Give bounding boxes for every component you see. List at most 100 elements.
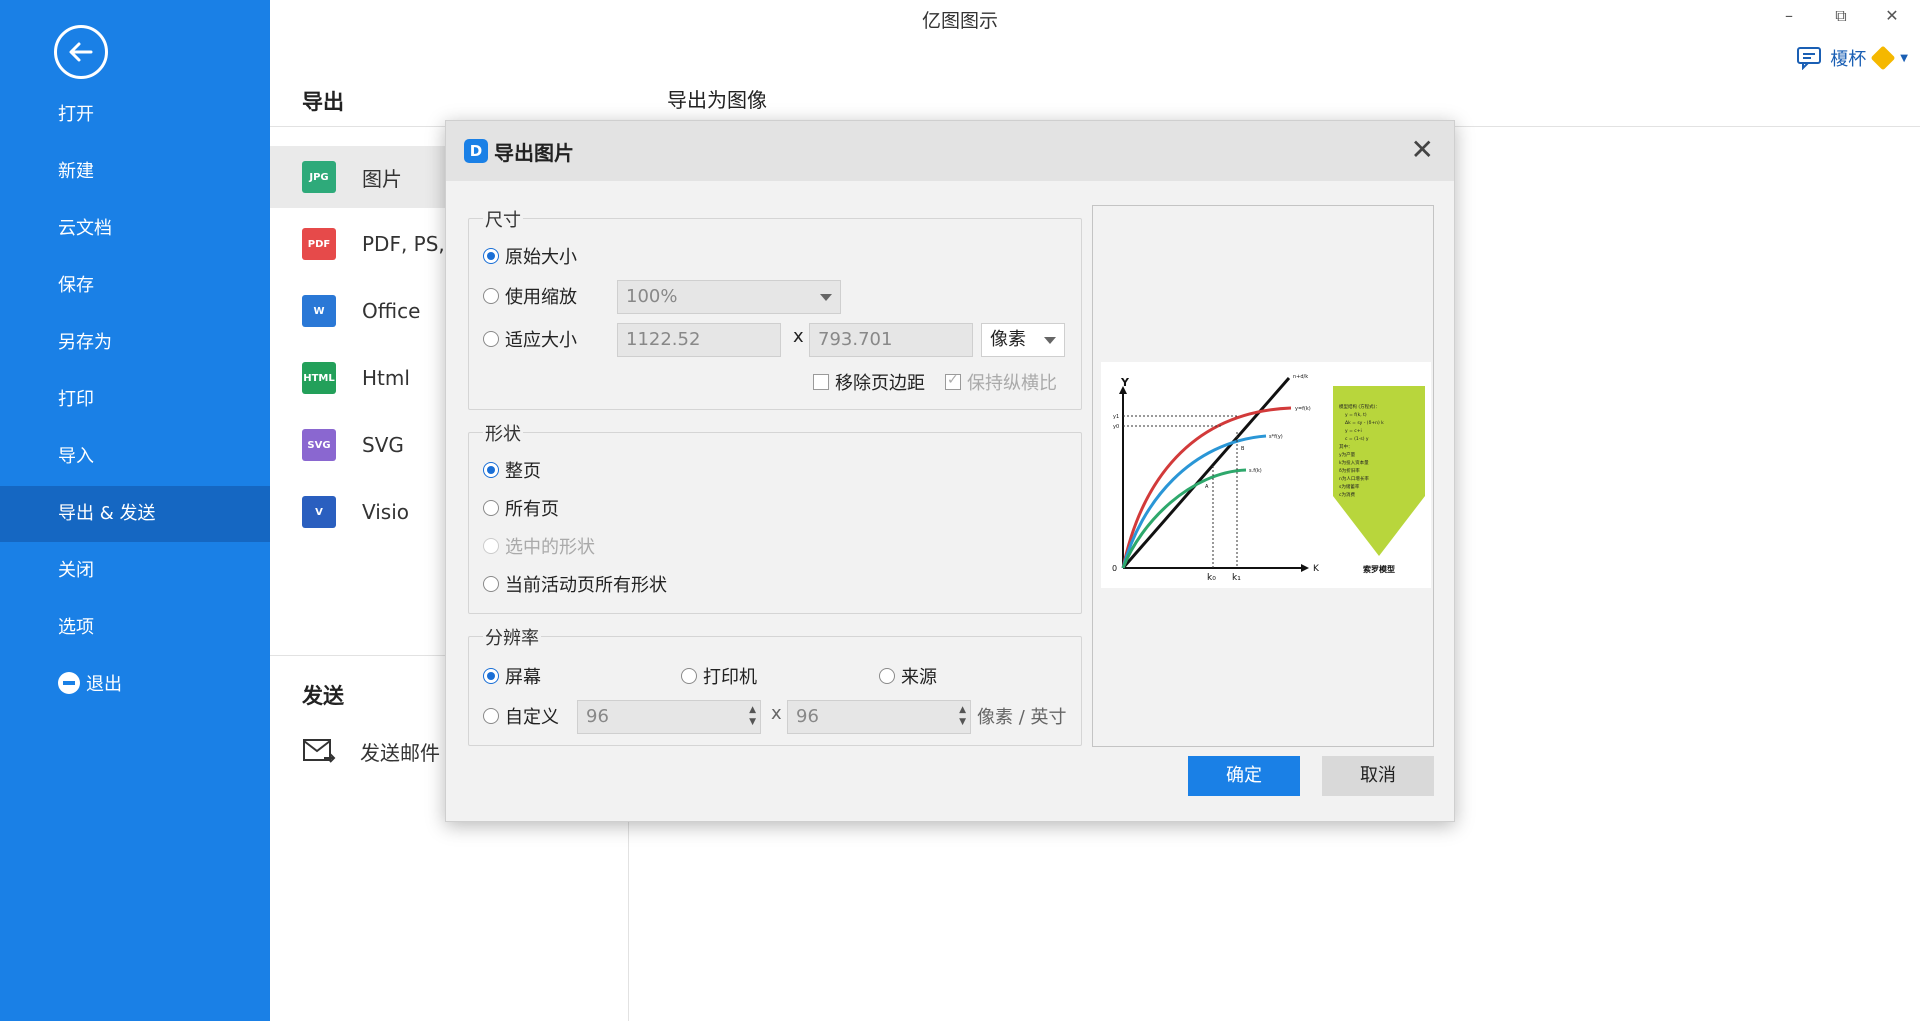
preview-note-line: 其中： xyxy=(1339,443,1353,450)
spinner-icon[interactable]: ▲ ▼ xyxy=(749,704,756,728)
preview-y0: y0 xyxy=(1113,424,1119,430)
dpi-x-value: 96 xyxy=(586,706,609,727)
radio-label: 使用缩放 xyxy=(505,287,577,308)
radio-button[interactable] xyxy=(483,668,499,684)
send-email-item[interactable]: 发送邮件 xyxy=(302,736,440,766)
cancel-button[interactable]: 取消 xyxy=(1322,756,1434,796)
app-title: 亿图图示 xyxy=(921,10,998,32)
back-button[interactable] xyxy=(54,25,108,79)
radio-label: 屏幕 xyxy=(505,667,541,688)
radio-button[interactable] xyxy=(681,668,697,684)
close-window-button[interactable]: ✕ xyxy=(1877,6,1907,25)
dpi-y-value: 96 xyxy=(796,706,819,727)
dpi-unit-label: 像素 / 英寸 xyxy=(977,707,1067,728)
checkbox[interactable] xyxy=(813,374,829,390)
preview-panel: Y K 0 k₀ k₁ y1 y0 A B n+d/k y=f(k) s*f(y… xyxy=(1092,205,1434,747)
exit-icon xyxy=(58,672,80,694)
minimize-button[interactable]: – xyxy=(1774,6,1804,25)
preview-point-a: A xyxy=(1205,484,1209,490)
radio-button[interactable] xyxy=(483,331,499,347)
preview-k1: k₁ xyxy=(1232,573,1241,583)
sidebar-item-save-as[interactable]: 另存为 xyxy=(0,315,270,371)
sidebar-item-close[interactable]: 关闭 xyxy=(0,543,270,599)
width-input[interactable]: 1122.52 xyxy=(617,323,781,357)
shape-group-label: 形状 xyxy=(483,420,523,446)
preview-note-line: δ为折旧率 xyxy=(1339,467,1360,474)
restore-button[interactable]: ⧉ xyxy=(1826,6,1856,26)
radio-active-page-shapes[interactable]: 当前活动页所有形状 xyxy=(483,571,667,597)
radio-whole-page[interactable]: 整页 xyxy=(483,457,541,483)
sidebar-item-import[interactable]: 导入 xyxy=(0,429,270,485)
scale-select[interactable]: 100% xyxy=(617,280,841,314)
radio-printer[interactable]: 打印机 xyxy=(681,663,757,689)
ok-button[interactable]: 确定 xyxy=(1188,756,1300,796)
checkbox xyxy=(945,372,961,390)
sidebar-item-save[interactable]: 保存 xyxy=(0,258,270,314)
sidebar-item-open[interactable]: 打开 xyxy=(0,87,270,143)
preview-k0: k₀ xyxy=(1207,573,1216,583)
scale-value: 100% xyxy=(626,286,678,307)
radio-button[interactable] xyxy=(483,462,499,478)
unit-select[interactable]: 像素 xyxy=(981,323,1065,357)
radio-selected-shapes: 选中的形状 xyxy=(483,533,595,559)
send-email-label: 发送邮件 xyxy=(360,740,440,765)
chevron-down-icon: ▼ xyxy=(1900,52,1908,64)
spinner-icon[interactable]: ▲ ▼ xyxy=(959,704,966,728)
preview-note-line: 模型结构 (方程式)： xyxy=(1339,403,1380,410)
keep-ratio-checkbox: 保持纵横比 xyxy=(945,369,1057,395)
checkbox-label: 保持纵横比 xyxy=(967,373,1057,394)
height-input[interactable]: 793.701 xyxy=(809,323,973,357)
svg-file-icon: SVG xyxy=(302,429,342,461)
preview-y-axis: Y xyxy=(1120,376,1130,389)
radio-button[interactable] xyxy=(483,500,499,516)
sidebar-item-options[interactable]: 选项 xyxy=(0,600,270,656)
radio-label: 自定义 xyxy=(505,707,559,728)
preview-y1: y1 xyxy=(1113,414,1119,420)
preview-note-line: n为人口增长率 xyxy=(1339,475,1369,482)
sidebar: 打开 新建 云文档 保存 另存为 打印 导入 导出 & 发送 关闭 选项 退出 xyxy=(0,0,270,1021)
shape-group: 形状 整页 所有页 选中的形状 当前活动页所有形状 xyxy=(468,420,1082,614)
radio-all-pages[interactable]: 所有页 xyxy=(483,495,559,521)
radio-custom[interactable]: 自定义 xyxy=(483,703,559,729)
radio-button[interactable] xyxy=(483,248,499,264)
times-sign: x xyxy=(771,703,782,724)
sidebar-item-print[interactable]: 打印 xyxy=(0,372,270,428)
radio-label: 整页 xyxy=(505,461,541,482)
sidebar-item-cloud[interactable]: 云文档 xyxy=(0,201,270,257)
resolution-group-label: 分辨率 xyxy=(483,624,541,650)
export-item-label: 图片 xyxy=(362,166,402,191)
app-logo-icon: D xyxy=(464,139,488,163)
preview-image: Y K 0 k₀ k₁ y1 y0 A B n+d/k y=f(k) s*f(y… xyxy=(1101,362,1431,588)
radio-label: 来源 xyxy=(901,667,937,688)
preview-note-line: y = c+i xyxy=(1345,428,1362,434)
preview-note-line: Δk = sy - (δ+n) k xyxy=(1345,420,1384,426)
sidebar-item-new[interactable]: 新建 xyxy=(0,144,270,200)
page-heading: 导出为图像 xyxy=(667,88,767,112)
message-icon xyxy=(1797,47,1822,70)
radio-button[interactable] xyxy=(483,576,499,592)
radio-label: 原始大小 xyxy=(505,247,577,268)
radio-use-scale[interactable]: 使用缩放 xyxy=(483,283,577,309)
user-name: 榎杯 xyxy=(1830,49,1867,70)
radio-original-size[interactable]: 原始大小 xyxy=(483,243,577,269)
jpg-file-icon: JPG xyxy=(302,161,342,193)
remove-margin-checkbox[interactable]: 移除页边距 xyxy=(813,369,925,395)
radio-button[interactable] xyxy=(483,288,499,304)
radio-button[interactable] xyxy=(483,708,499,724)
pdf-file-icon: PDF xyxy=(302,228,342,260)
dpi-y-input[interactable]: 96 ▲ ▼ xyxy=(787,700,971,734)
dpi-x-input[interactable]: 96 ▲ ▼ xyxy=(577,700,761,734)
preview-curve-mid-label: s*f(y) xyxy=(1269,434,1283,440)
sidebar-item-export-send[interactable]: 导出 & 发送 xyxy=(0,486,270,542)
radio-button[interactable] xyxy=(879,668,895,684)
preview-note-line: y = f(k, t) xyxy=(1345,412,1367,418)
radio-fit-size[interactable]: 适应大小 xyxy=(483,326,577,352)
size-group-label: 尺寸 xyxy=(483,206,523,232)
user-area[interactable]: 榎杯 ▼ xyxy=(1796,44,1908,72)
dialog-close-button[interactable]: ✕ xyxy=(1411,133,1434,166)
sidebar-item-exit[interactable]: 退出 xyxy=(0,657,270,713)
preview-note-line: c = (1-s) y xyxy=(1345,436,1369,442)
radio-screen[interactable]: 屏幕 xyxy=(483,663,541,689)
radio-source[interactable]: 来源 xyxy=(879,663,937,689)
preview-note-line: y为产量 xyxy=(1339,451,1356,458)
